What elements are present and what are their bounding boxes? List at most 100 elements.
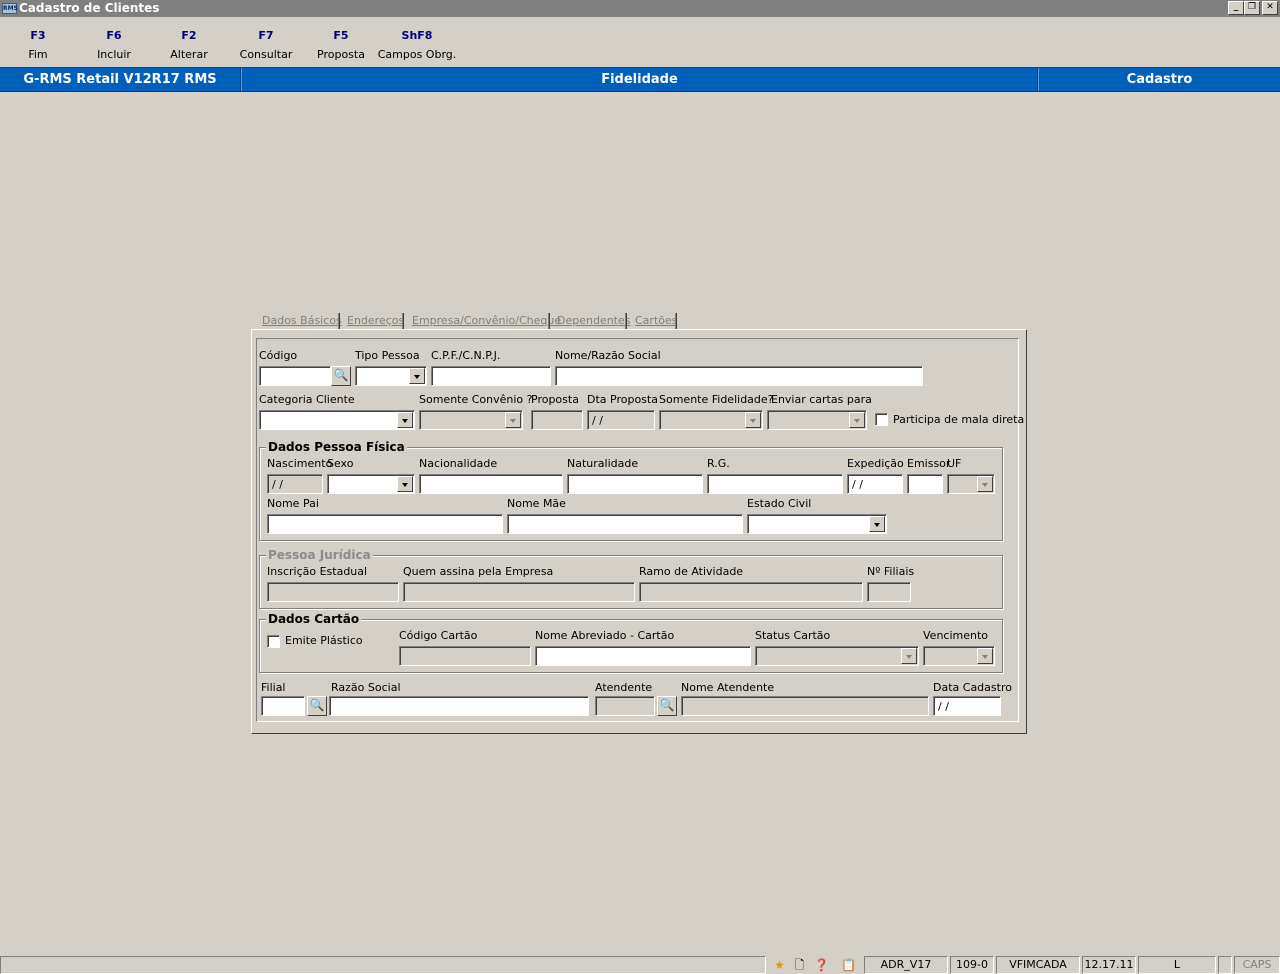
sexo-select[interactable] [327,474,415,494]
tab-dados-basicos[interactable]: Dados Básicos [262,314,342,330]
nome-atendente-input[interactable] [681,696,929,716]
key-label: F6 [106,29,122,42]
status-caps: CAPS [1234,956,1280,974]
nome-abreviado-label: Nome Abreviado - Cartão [535,629,675,642]
somente-fidelidade-select[interactable] [659,410,763,430]
product-name: G-RMS Retail V12R17 RMS [23,72,217,87]
action-label: Proposta [317,48,365,61]
inscricao-input[interactable] [267,582,399,602]
uf-select[interactable] [947,474,995,494]
help-icon[interactable]: ❓ [813,957,830,973]
cpf-input[interactable] [431,366,551,386]
estado-civil-select[interactable] [747,514,887,534]
uf-label: UF [947,457,962,470]
filiais-label: Nº Filiais [867,565,915,578]
chevron-down-icon[interactable] [849,412,865,428]
emissor-input[interactable] [907,474,943,494]
enviar-cartas-select[interactable] [767,410,867,430]
rg-input[interactable] [707,474,843,494]
toolbar-campos-obrg-button[interactable]: ShF8 Campos Obrg. [374,29,460,61]
chevron-down-icon[interactable] [505,412,521,428]
nascimento-input[interactable]: / / [267,474,323,494]
tab-separator [338,313,340,330]
binoculars-icon: 🔍 [659,698,675,712]
status-user: ADR_V17 [864,956,948,974]
tab-enderecos[interactable]: Endereços [347,314,404,330]
chevron-down-icon[interactable] [409,368,425,384]
nome-mae-label: Nome Mãe [507,497,566,510]
restore-button[interactable]: ❐ [1244,1,1260,15]
somente-convenio-select[interactable] [419,410,523,430]
data-cadastro-input[interactable]: / / [933,696,1001,716]
status-message-panel [0,956,766,974]
clipboard-icon[interactable]: 📋 [840,957,857,973]
cpf-label: C.P.F./C.N.P.J. [431,349,501,362]
filiais-input[interactable] [867,582,911,602]
action-label: Incluir [97,48,131,61]
action-label: Consultar [239,48,293,61]
nacionalidade-label: Nacionalidade [419,457,498,470]
nacionalidade-input[interactable] [419,474,563,494]
expedicao-input[interactable]: / / [847,474,903,494]
toolbar-proposta-button[interactable]: F5 Proposta [303,29,379,61]
chevron-down-icon[interactable] [977,476,993,492]
chevron-down-icon[interactable] [977,648,993,664]
naturalidade-input[interactable] [567,474,703,494]
tab-empresa-convenio-cheque[interactable]: Empresa/Convênio/Cheque [412,314,561,330]
filial-input[interactable] [261,696,305,716]
status-empty [1218,956,1232,974]
tab-separator [548,313,550,330]
vencimento-select[interactable] [923,646,995,666]
toolbar-incluir-button[interactable]: F6 Incluir [76,29,152,61]
pessoa-fisica-legend: Dados Pessoa Física [266,440,407,454]
codigo-cartao-input[interactable] [399,646,531,666]
toolbar-alterar-button[interactable]: F2 Alterar [151,29,227,61]
close-button[interactable]: ✕ [1262,1,1278,15]
quem-assina-input[interactable] [403,582,635,602]
atendente-label: Atendente [595,681,653,694]
tab-separator [402,313,404,330]
binoculars-icon: 🔍 [309,698,325,712]
nome-mae-input[interactable] [507,514,743,534]
chevron-down-icon[interactable] [397,476,413,492]
star-icon[interactable]: ★ [771,957,788,973]
nome-abreviado-input[interactable] [535,646,751,666]
dta-proposta-input[interactable]: / / [587,410,655,430]
tab-separator [625,313,627,330]
nome-input[interactable] [555,366,923,386]
emite-plastico-checkbox[interactable] [267,635,280,648]
cartao-legend: Dados Cartão [266,612,362,626]
status-cartao-select[interactable] [755,646,919,666]
chevron-down-icon[interactable] [745,412,761,428]
status-mode: L [1138,956,1216,974]
tab-cartoes[interactable]: Cartões [635,314,678,330]
razao-social-input[interactable] [329,696,589,716]
categoria-select[interactable] [259,410,415,430]
chevron-down-icon[interactable] [901,648,917,664]
atendente-lookup-button[interactable]: 🔍 [657,696,677,716]
expedicao-label: Expedição [847,457,904,470]
codigo-lookup-button[interactable]: 🔍 [331,366,351,386]
status-program: VFIMCADA [996,956,1080,974]
screen-name: Cadastro [1126,72,1193,87]
toolbar-consultar-button[interactable]: F7 Consultar [228,29,304,61]
filial-lookup-button[interactable]: 🔍 [307,696,327,716]
ramo-input[interactable] [639,582,863,602]
tipo-pessoa-select[interactable] [355,366,427,386]
atendente-input[interactable] [595,696,655,716]
codigo-input[interactable] [259,366,331,386]
chevron-down-icon[interactable] [397,412,413,428]
key-label: F3 [30,29,46,42]
chevron-down-icon[interactable] [869,516,885,532]
nome-pai-input[interactable] [267,514,503,534]
window-title: Cadastro de Clientes [19,1,160,15]
toolbar-fim-button[interactable]: F3 Fim [0,29,76,61]
mala-direta-checkbox[interactable] [875,413,888,426]
filial-label: Filial [261,681,286,694]
minimize-button[interactable]: _ [1228,1,1244,15]
proposta-input[interactable] [531,410,583,430]
nome-pai-label: Nome Pai [267,497,319,510]
tab-dependentes[interactable]: Dependentes [557,314,631,330]
rg-label: R.G. [707,457,730,470]
page-icon[interactable]: 🗋 [791,957,808,973]
